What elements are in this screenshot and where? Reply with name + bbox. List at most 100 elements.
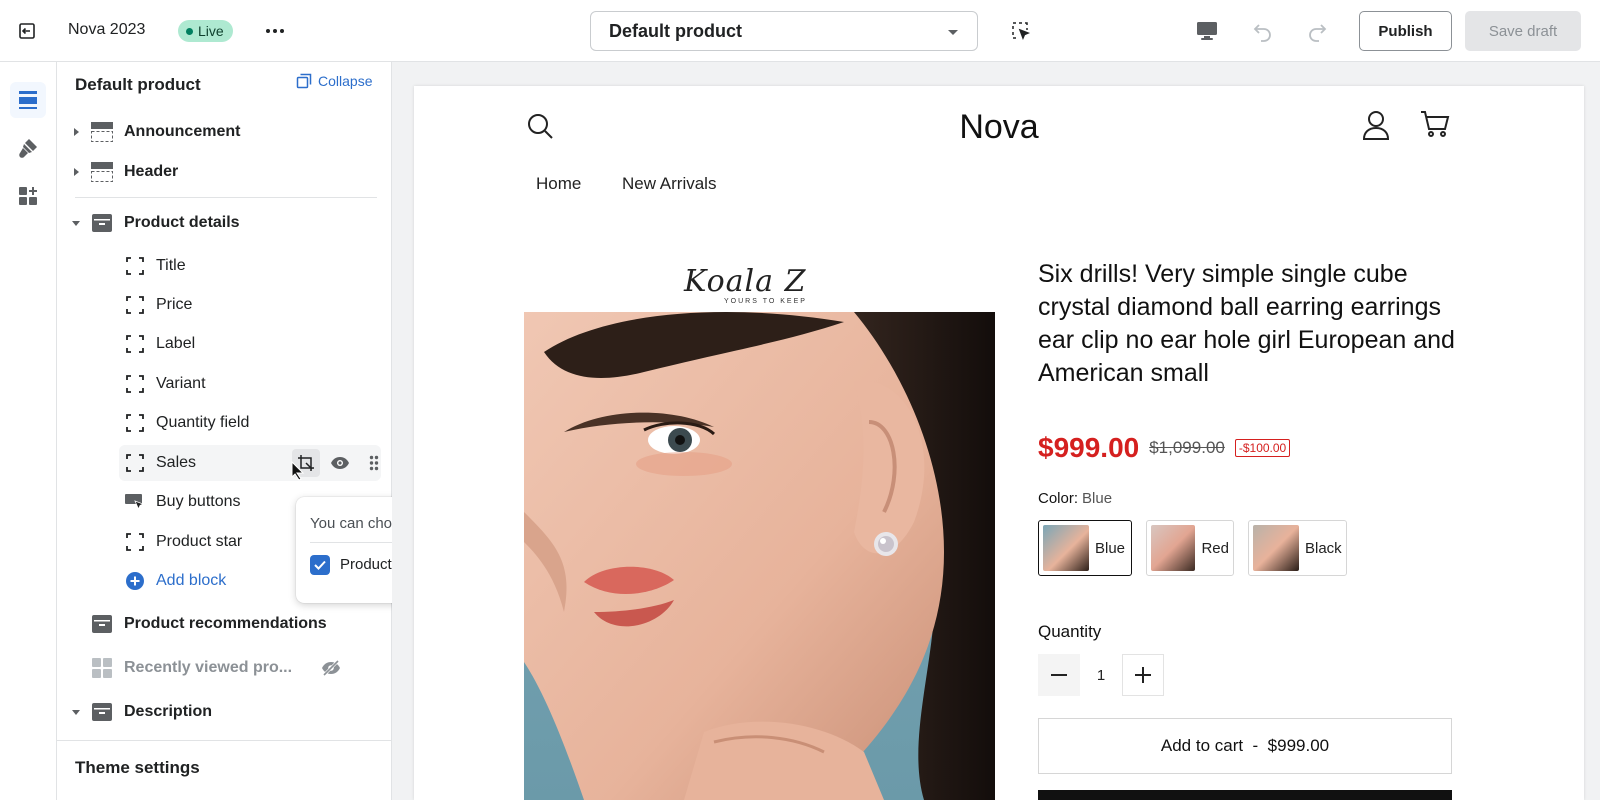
header-section-icon <box>90 160 114 184</box>
divider <box>75 197 377 198</box>
section-label: Recently viewed pro... <box>124 659 293 676</box>
block-frame-icon <box>124 255 146 277</box>
drag-handle-icon[interactable] <box>360 449 388 477</box>
exit-icon[interactable] <box>14 18 40 44</box>
block-price[interactable]: Price <box>57 287 392 323</box>
icon-rail <box>0 62 57 800</box>
redo-icon[interactable] <box>1304 18 1330 44</box>
template-select-value: Default product <box>609 20 742 41</box>
compare-price: $1,099.00 <box>1149 438 1225 457</box>
swatch-label: Blue <box>1095 539 1126 557</box>
account-icon[interactable] <box>1362 110 1390 145</box>
plus-circle-icon <box>124 570 146 592</box>
block-actions <box>292 449 388 477</box>
sections-sidebar: Default product Collapse Announcement He… <box>57 62 392 800</box>
theme-settings-brush-icon[interactable] <box>10 130 46 166</box>
color-swatches: Blue Red Black <box>1038 520 1347 576</box>
add-to-cart-button[interactable]: Add to cart - $999.00 <box>1038 718 1452 774</box>
nav-link-new-arrivals[interactable]: New Arrivals <box>622 174 716 194</box>
chevron-down-icon <box>947 21 959 42</box>
block-variant[interactable]: Variant <box>57 366 392 402</box>
color-label-text: Color: <box>1038 490 1079 507</box>
swatch-blue[interactable]: Blue <box>1038 520 1132 576</box>
swatch-black[interactable]: Black <box>1248 520 1347 576</box>
product-recommendations-section-icon <box>90 612 114 636</box>
block-frame-icon <box>124 333 146 355</box>
section-label: Product details <box>124 214 240 231</box>
product-star-checkbox[interactable] <box>310 555 330 575</box>
section-announcement[interactable]: Announcement <box>57 114 392 150</box>
sections-icon[interactable] <box>10 82 46 118</box>
block-quantity-field[interactable]: Quantity field <box>57 405 392 441</box>
block-label: Product star <box>156 533 243 550</box>
store-logo[interactable]: Nova <box>414 108 1584 147</box>
block-title[interactable]: Title <box>57 248 392 284</box>
divider <box>57 740 392 741</box>
collapse-button[interactable]: Collapse <box>296 73 372 89</box>
block-label: Label <box>156 335 196 352</box>
theme-settings-heading[interactable]: Theme settings <box>75 758 200 778</box>
section-description[interactable]: Description <box>57 694 392 730</box>
publish-button[interactable]: Publish <box>1359 11 1452 51</box>
swatch-red[interactable]: Red <box>1146 520 1234 576</box>
section-product-recommendations[interactable]: Product recommendations <box>57 606 392 642</box>
inspector-icon[interactable] <box>1008 18 1034 44</box>
section-recently-viewed[interactable]: Recently viewed pro... <box>57 650 392 686</box>
eye-hidden-icon[interactable] <box>321 659 341 682</box>
block-label: Sales <box>156 454 197 471</box>
cart-icon[interactable] <box>1420 110 1450 143</box>
block-frame-icon <box>124 452 146 474</box>
caret-right-icon[interactable] <box>69 165 83 179</box>
product-title: Six drills! Very simple single cube crys… <box>1038 260 1455 387</box>
swatch-thumbnail <box>1151 525 1196 571</box>
template-select[interactable]: Default product <box>590 11 978 51</box>
more-actions-icon[interactable] <box>262 18 288 44</box>
save-draft-button[interactable]: Save draft <box>1465 11 1581 51</box>
sidebar-title: Default product <box>75 75 201 94</box>
live-dot-icon <box>186 27 193 35</box>
product-image[interactable] <box>524 312 995 800</box>
status-badge-label: Live <box>198 23 224 39</box>
buy-buttons-icon <box>124 491 146 513</box>
caret-down-icon[interactable] <box>69 705 83 719</box>
block-frame-icon <box>124 531 146 553</box>
brand-logo-script: Koala Z <box>684 264 807 299</box>
caret-right-icon[interactable] <box>69 125 83 139</box>
block-sales[interactable]: Sales <box>57 445 392 481</box>
product-details-section-icon <box>90 211 114 235</box>
swatch-thumbnail <box>1253 525 1299 571</box>
minus-icon[interactable] <box>1038 654 1080 696</box>
quantity-value[interactable]: 1 <box>1080 667 1122 684</box>
eye-icon[interactable] <box>326 449 354 477</box>
price-row: $999.00 $1,099.00 -$100.00 <box>1038 432 1291 464</box>
swatch-label: Red <box>1201 539 1229 557</box>
section-label: Header <box>124 163 179 180</box>
quantity-label: Quantity <box>1038 622 1102 641</box>
collapse-label: Collapse <box>318 73 373 89</box>
section-product-details[interactable]: Product details <box>57 205 392 241</box>
section-header[interactable]: Header <box>57 154 392 190</box>
plus-icon[interactable] <box>1122 654 1164 696</box>
announcement-section-icon <box>90 120 114 144</box>
block-label: Price <box>156 296 193 313</box>
block-label: Variant <box>156 375 206 392</box>
section-label: Product recommendations <box>124 615 327 632</box>
color-selected-value: Blue <box>1082 490 1113 507</box>
buy-now-button[interactable] <box>1038 790 1452 800</box>
add-block-label: Add block <box>156 572 227 589</box>
block-label-item[interactable]: Label <box>57 326 392 362</box>
swatch-thumbnail <box>1043 525 1089 571</box>
desktop-view-icon[interactable] <box>1194 18 1220 44</box>
caret-down-icon[interactable] <box>69 216 83 230</box>
swatch-label: Black <box>1305 539 1342 557</box>
sale-price: $999.00 <box>1038 432 1140 463</box>
block-frame-icon <box>124 373 146 395</box>
editor-topbar: Nova 2023 Live Default product Publish S… <box>0 0 1600 62</box>
section-label: Announcement <box>124 123 241 140</box>
recently-viewed-section-icon <box>90 656 114 680</box>
nav-link-home[interactable]: Home <box>536 174 581 194</box>
store-name: Nova 2023 <box>68 21 146 38</box>
block-frame-icon <box>124 412 146 434</box>
undo-icon[interactable] <box>1250 18 1276 44</box>
apps-icon[interactable] <box>10 178 46 214</box>
